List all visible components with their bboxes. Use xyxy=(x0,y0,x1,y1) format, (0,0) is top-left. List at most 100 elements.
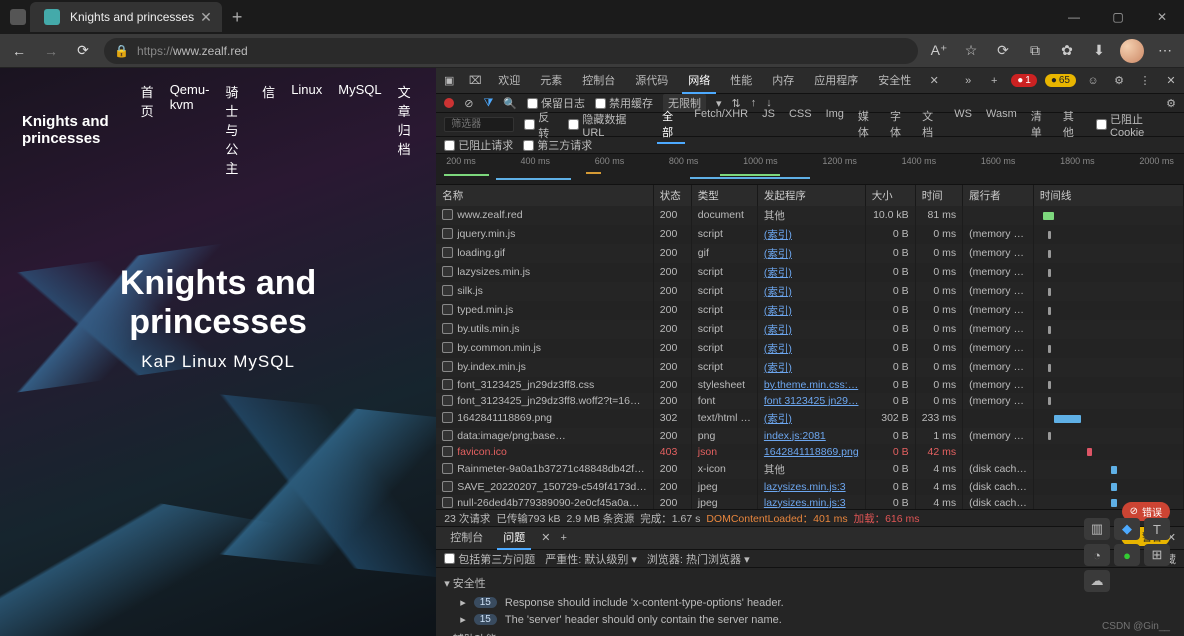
devtools-tab[interactable]: 源代码 xyxy=(629,68,674,94)
network-row[interactable]: favicon.ico403json1642841118869.png0 B42… xyxy=(436,444,1183,460)
window-maximize[interactable]: ▢ xyxy=(1096,0,1140,34)
read-aloud-icon[interactable]: A⁺ xyxy=(928,40,950,62)
browser-select[interactable]: 浏览器: 热门浏览器 ▾ xyxy=(647,551,750,567)
tool-icon[interactable]: ◔ xyxy=(1084,544,1110,566)
include-third-party-checkbox[interactable]: 包括第三方问题 xyxy=(444,551,535,567)
record-button[interactable] xyxy=(444,98,454,108)
filter-input[interactable] xyxy=(444,117,514,132)
network-row[interactable]: SAVE_20220207_150729-c549f4173d…200jpegl… xyxy=(436,479,1183,495)
window-minimize[interactable]: — xyxy=(1052,0,1096,34)
url-field[interactable]: 🔒 https://www.zealf.red xyxy=(104,38,918,64)
tool-icon[interactable]: T xyxy=(1144,518,1170,540)
network-row[interactable]: loading.gif200gif(索引)0 B0 ms(memory … xyxy=(436,244,1183,263)
severity-select[interactable]: 严重性: 默认级别 ▾ xyxy=(545,551,637,567)
blocked-requests-checkbox[interactable]: 已阻止请求 xyxy=(444,137,513,153)
tool-icon[interactable]: ● xyxy=(1114,544,1140,566)
hide-data-url-checkbox[interactable]: 隐藏数据 URL xyxy=(568,111,647,139)
devtools-tab[interactable]: 性能 xyxy=(724,68,758,94)
column-header[interactable]: 状态 xyxy=(653,185,691,206)
more-tabs-icon[interactable]: » xyxy=(959,75,977,87)
network-row[interactable]: typed.min.js200script(索引)0 B0 ms(memory … xyxy=(436,301,1183,320)
column-header[interactable]: 时间线 xyxy=(1033,185,1183,206)
devtools-tab[interactable]: 欢迎 xyxy=(492,68,526,94)
clear-button[interactable]: ⊘ xyxy=(464,97,473,110)
nav-link[interactable]: 首页 xyxy=(141,82,154,177)
issue-item[interactable]: ▸15Response should include 'x-content-ty… xyxy=(444,594,1176,611)
download-icon[interactable]: ⬇ xyxy=(1088,40,1110,62)
network-row[interactable]: Rainmeter-9a0a1b37271c48848db42f…200x-ic… xyxy=(436,460,1183,479)
devtools-tab[interactable]: 元素 xyxy=(534,68,568,94)
drawer-tab[interactable]: 控制台 xyxy=(444,526,489,550)
feedback-icon[interactable]: ☺ xyxy=(1084,75,1102,87)
site-logo[interactable]: Knights and princesses xyxy=(22,113,141,147)
profile-avatar[interactable] xyxy=(1120,39,1144,63)
add-tab-icon[interactable]: + xyxy=(985,75,1003,87)
column-header[interactable]: 类型 xyxy=(691,185,757,206)
tool-icon[interactable]: ▥ xyxy=(1084,518,1110,540)
disable-cache-checkbox[interactable]: 禁用缓存 xyxy=(595,95,653,111)
window-close[interactable]: ✕ xyxy=(1140,0,1184,34)
nav-link[interactable]: Qemu-kvm xyxy=(170,82,210,177)
drawer-tab-close-icon[interactable]: ✕ xyxy=(541,531,550,544)
drawer-add-icon[interactable]: + xyxy=(560,532,566,544)
tab-close-icon[interactable]: ✕ xyxy=(925,74,943,87)
dock-icon[interactable]: ⋮ xyxy=(1136,74,1154,87)
devtools-tab[interactable]: 网络 xyxy=(682,68,716,94)
network-row[interactable]: 1642841118869.png302text/html …(索引)302 B… xyxy=(436,409,1183,428)
network-row[interactable]: by.index.min.js200script(索引)0 B0 ms(memo… xyxy=(436,358,1183,377)
network-row[interactable]: jquery.min.js200script(索引)0 B0 ms(memory… xyxy=(436,225,1183,244)
error-badge[interactable]: ●1 xyxy=(1011,74,1037,87)
column-header[interactable]: 发起程序 xyxy=(757,185,865,206)
collections-icon[interactable]: ⧉ xyxy=(1024,40,1046,62)
settings-icon[interactable]: ⚙ xyxy=(1110,74,1128,87)
network-settings-icon[interactable]: ⚙ xyxy=(1166,97,1176,110)
network-row[interactable]: font_3123425_jn29dz3ff8.css200stylesheet… xyxy=(436,377,1183,393)
inspect-icon[interactable]: ▣ xyxy=(440,74,458,87)
device-icon[interactable]: ⌧ xyxy=(466,74,484,87)
refresh-ext-icon[interactable]: ⟳ xyxy=(992,40,1014,62)
search-icon[interactable]: 🔍 xyxy=(503,97,517,110)
devtools-tab[interactable]: 安全性 xyxy=(872,68,917,94)
column-header[interactable]: 大小 xyxy=(865,185,915,206)
network-row[interactable]: www.zealf.red200document其他10.0 kB81 ms xyxy=(436,206,1183,225)
issue-group-security[interactable]: ▾ 安全性 xyxy=(444,572,1176,594)
nav-link[interactable]: MySQL xyxy=(338,82,381,177)
issue-group-a11y[interactable]: ▸ 辅助功能 xyxy=(444,628,1176,636)
network-row[interactable]: lazysizes.min.js200script(索引)0 B0 ms(mem… xyxy=(436,263,1183,282)
more-icon[interactable]: ⋯ xyxy=(1154,40,1176,62)
favorite-icon[interactable]: ☆ xyxy=(960,40,982,62)
column-header[interactable]: 履行者 xyxy=(963,185,1034,206)
warning-badge[interactable]: ●65 xyxy=(1045,74,1076,87)
browser-tab[interactable]: Knights and princesses ✕ xyxy=(30,2,222,32)
tool-icon[interactable]: ⊞ xyxy=(1144,544,1170,566)
devtools-close-icon[interactable]: ✕ xyxy=(1162,74,1180,87)
network-row[interactable]: null-26ded4b779389090-2e0cf45a0a…200jpeg… xyxy=(436,495,1183,510)
issue-item[interactable]: ▸15The 'server' header should only conta… xyxy=(444,611,1176,628)
drawer-tab[interactable]: 问题 xyxy=(497,526,531,550)
extension-icon[interactable]: ✿ xyxy=(1056,40,1078,62)
nav-link[interactable]: 骑士与公主 xyxy=(225,82,246,177)
devtools-tab[interactable]: 控制台 xyxy=(576,68,621,94)
column-header[interactable]: 名称 xyxy=(436,185,653,206)
network-row[interactable]: by.utils.min.js200script(索引)0 B0 ms(memo… xyxy=(436,320,1183,339)
new-tab-button[interactable]: + xyxy=(222,7,253,28)
column-header[interactable]: 时间 xyxy=(915,185,962,206)
nav-link[interactable]: 文章归档 xyxy=(398,82,415,177)
blocked-cookies-checkbox[interactable]: 已阻止 Cookie xyxy=(1096,111,1176,139)
tool-icon[interactable]: ☁ xyxy=(1084,570,1110,592)
forward-button[interactable]: → xyxy=(40,40,62,62)
filter-toggle[interactable]: ⧩ xyxy=(483,97,493,110)
third-party-checkbox[interactable]: 第三方请求 xyxy=(523,137,592,153)
devtools-tab[interactable]: 应用程序 xyxy=(808,68,864,94)
back-button[interactable]: ← xyxy=(8,40,30,62)
devtools-tab[interactable]: 内存 xyxy=(766,68,800,94)
nav-link[interactable]: Linux xyxy=(291,82,322,177)
network-grid[interactable]: 名称状态类型发起程序大小时间履行者时间线 www.zealf.red200doc… xyxy=(436,185,1184,510)
network-row[interactable]: silk.js200script(索引)0 B0 ms(memory … xyxy=(436,282,1183,301)
tool-icon[interactable]: ◆ xyxy=(1114,518,1140,540)
invert-checkbox[interactable]: 反转 xyxy=(524,109,558,141)
refresh-button[interactable]: ⟳ xyxy=(72,40,94,62)
network-row[interactable]: font_3123425_jn29dz3ff8.woff2?t=16…200fo… xyxy=(436,393,1183,409)
network-row[interactable]: by.common.min.js200script(索引)0 B0 ms(mem… xyxy=(436,339,1183,358)
nav-link[interactable]: 信 xyxy=(262,82,275,177)
